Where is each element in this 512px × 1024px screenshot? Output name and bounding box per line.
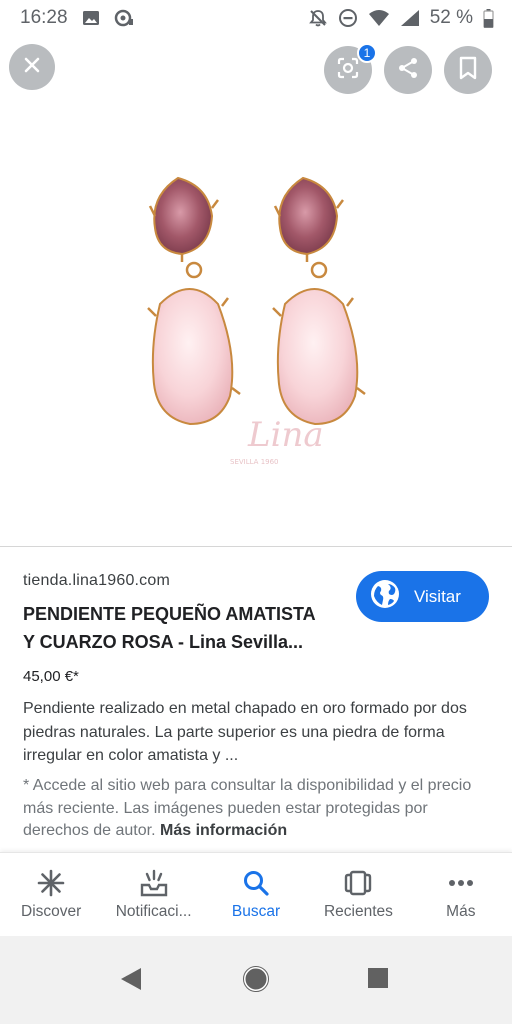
- home-icon[interactable]: [243, 966, 269, 997]
- nav-discover[interactable]: Discover: [0, 853, 102, 936]
- nav-recents[interactable]: Recientes: [307, 853, 409, 936]
- status-time: 16:28: [20, 7, 68, 28]
- more-icon: [447, 869, 475, 897]
- battery-percent: 52 %: [429, 7, 473, 28]
- status-bar: 16:28 52 %: [0, 0, 512, 36]
- product-image[interactable]: Lina SEVILLA 1960: [120, 156, 400, 486]
- close-icon: [22, 55, 42, 80]
- share-button[interactable]: [384, 46, 432, 94]
- right-earring: [272, 176, 366, 426]
- lens-icon: [336, 56, 360, 85]
- nav-more[interactable]: Más: [410, 853, 512, 936]
- disclaimer: * Accede al sitio web para consultar la …: [23, 775, 493, 843]
- assistant-icon: [114, 9, 134, 27]
- close-button[interactable]: [9, 44, 55, 90]
- image-icon: [82, 9, 100, 27]
- bottom-nav: Discover Notificaci... Buscar Recientes …: [0, 852, 512, 936]
- updates-icon: [139, 869, 169, 897]
- title-line-2: Y CUARZO ROSA - Lina Sevilla...: [23, 632, 304, 652]
- left-earring: [147, 176, 241, 426]
- asterisk-icon: [37, 869, 65, 897]
- nav-label: Notificaci...: [115, 902, 192, 920]
- mute-icon: [308, 8, 328, 28]
- wifi-icon: [368, 9, 390, 27]
- recents-icon: [343, 869, 373, 897]
- system-nav-bar: [0, 936, 512, 1024]
- save-button[interactable]: [444, 46, 492, 94]
- back-icon[interactable]: [120, 967, 142, 996]
- watermark-logo: Lina: [247, 415, 324, 455]
- more-info-link[interactable]: Más información: [160, 822, 287, 839]
- divider: [0, 546, 512, 547]
- nav-label: Más: [446, 902, 476, 920]
- nav-label: Discover: [21, 902, 82, 920]
- result-title[interactable]: PENDIENTE PEQUEÑO AMATISTA Y CUARZO ROSA…: [23, 600, 345, 656]
- bookmark-icon: [458, 56, 478, 85]
- description: Pendiente realizado en metal chapado en …: [23, 700, 467, 764]
- share-icon: [396, 56, 420, 85]
- nav-label: Buscar: [231, 902, 281, 920]
- price: 45,00 €*: [23, 668, 79, 685]
- visit-button[interactable]: Visitar: [356, 571, 489, 622]
- globe-icon: [370, 579, 400, 614]
- lens-badge: 1: [357, 43, 377, 63]
- title-line-1: PENDIENTE PEQUEÑO AMATISTA: [23, 604, 316, 624]
- signal-icon: [400, 9, 420, 27]
- visit-label: Visitar: [414, 586, 461, 606]
- status-left: 16:28: [20, 7, 134, 29]
- overview-icon[interactable]: [368, 968, 388, 988]
- nav-search[interactable]: Buscar: [205, 853, 307, 936]
- nav-updates[interactable]: Notificaci...: [102, 853, 204, 936]
- battery-icon: [483, 8, 494, 28]
- nav-label: Recientes: [323, 902, 393, 920]
- image-viewer: 1 Lina SEVILLA 1960: [0, 36, 512, 546]
- status-right: 52 %: [308, 7, 494, 29]
- watermark-sub: SEVILLA 1960: [230, 458, 279, 466]
- source-domain[interactable]: tienda.lina1960.com: [23, 572, 170, 590]
- dnd-icon: [338, 8, 358, 28]
- search-icon: [242, 869, 270, 897]
